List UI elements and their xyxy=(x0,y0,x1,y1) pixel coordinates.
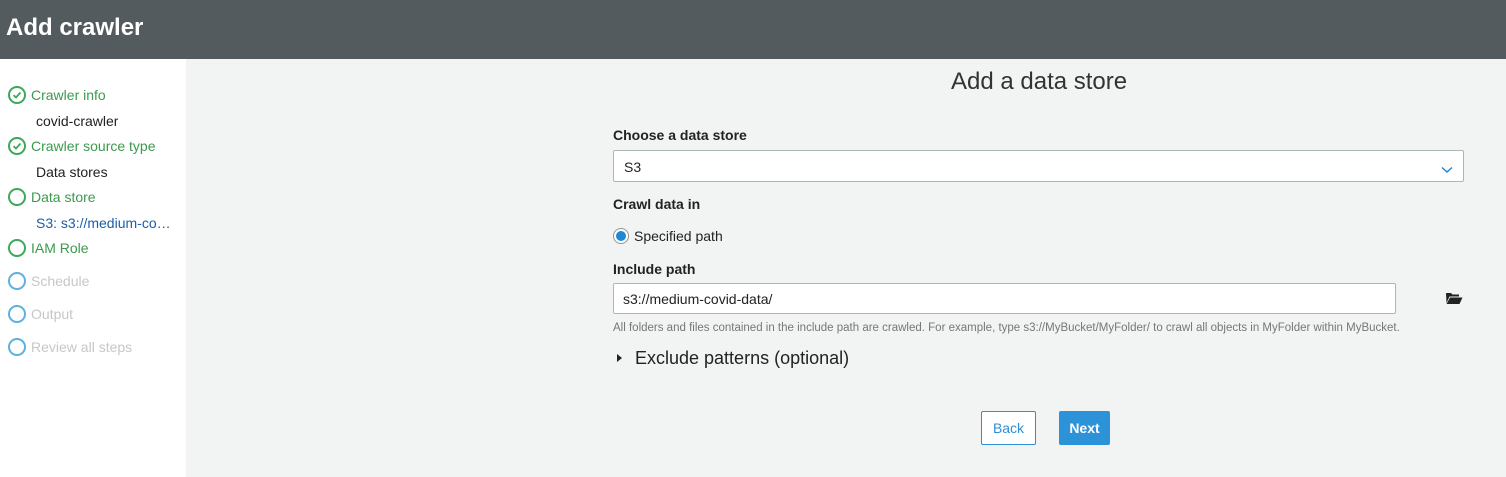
step-summary-data-store[interactable]: S3: s3://medium-covid-data/ xyxy=(36,214,176,232)
next-button[interactable]: Next xyxy=(1059,411,1110,445)
circle-outline-icon xyxy=(8,272,26,290)
page-title: Add crawler xyxy=(6,14,144,41)
step-schedule: Schedule xyxy=(8,271,89,291)
circle-outline-icon xyxy=(8,338,26,356)
step-summary-source-type: Data stores xyxy=(36,164,108,180)
include-path-input[interactable] xyxy=(613,283,1396,314)
step-crawler-info[interactable]: Crawler info xyxy=(8,85,106,105)
specified-path-label: Specified path xyxy=(634,228,723,244)
step-label: Output xyxy=(31,306,74,322)
chevron-down-icon xyxy=(1441,161,1453,179)
section-title: Add a data store xyxy=(951,68,1128,95)
circle-outline-icon xyxy=(8,188,26,206)
data-store-label: Choose a data store xyxy=(613,127,747,143)
check-circle-icon xyxy=(8,86,26,104)
step-iam-role[interactable]: IAM Role xyxy=(8,238,89,258)
circle-outline-icon xyxy=(8,239,26,257)
step-crawler-source-type[interactable]: Crawler source type xyxy=(8,136,156,156)
data-store-select[interactable]: S3 xyxy=(613,150,1464,182)
caret-right-icon xyxy=(617,354,622,362)
step-label: Crawler info xyxy=(31,87,106,103)
radio-selected-dot xyxy=(616,231,626,241)
include-path-hint: All folders and files contained in the i… xyxy=(613,322,1400,334)
page-header: Add crawler xyxy=(0,0,1506,59)
specified-path-option[interactable]: Specified path xyxy=(613,227,723,245)
step-label: Schedule xyxy=(31,273,90,289)
exclude-patterns-toggle[interactable]: Exclude patterns (optional) xyxy=(617,347,849,369)
exclude-patterns-label: Exclude patterns (optional) xyxy=(635,348,850,368)
back-button[interactable]: Back xyxy=(981,411,1036,445)
step-label: Data store xyxy=(31,189,96,205)
check-circle-icon xyxy=(8,137,26,155)
step-label: IAM Role xyxy=(31,240,89,256)
circle-outline-icon xyxy=(8,305,26,323)
step-label: Review all steps xyxy=(31,339,133,355)
folder-open-icon[interactable] xyxy=(1445,290,1463,306)
specified-path-radio[interactable] xyxy=(613,228,629,244)
step-summary-crawler-name: covid-crawler xyxy=(36,113,119,129)
wizard-steps-sidebar: Crawler info covid-crawler Crawler sourc… xyxy=(0,59,186,477)
crawl-data-in-label: Crawl data in xyxy=(613,196,701,212)
step-label: Crawler source type xyxy=(31,138,156,154)
data-store-selected-value: S3 xyxy=(624,159,642,175)
include-path-label: Include path xyxy=(613,261,696,277)
step-review-all-steps: Review all steps xyxy=(8,337,132,357)
step-data-store[interactable]: Data store xyxy=(8,187,96,207)
step-output: Output xyxy=(8,304,73,324)
